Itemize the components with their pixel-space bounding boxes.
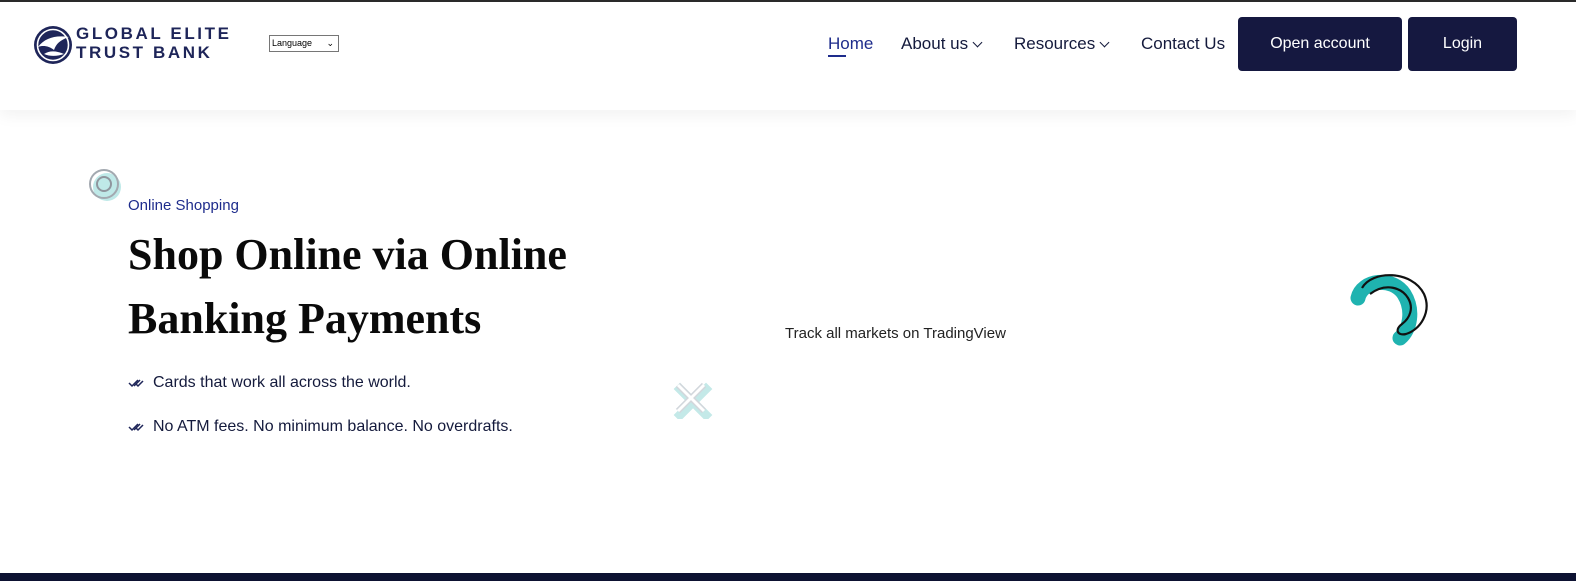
swirl-decoration-icon xyxy=(1350,274,1428,346)
brand-name-line2: TRUST BANK xyxy=(76,43,213,62)
nav-resources-dropdown[interactable]: Resources xyxy=(1014,34,1110,54)
site-header: GLOBAL ELITE TRUST BANK Language ⌄ Home … xyxy=(0,2,1576,110)
hero-headline: Shop Online via Online Banking Payments xyxy=(128,230,567,343)
nav-about-label: About us xyxy=(901,34,969,53)
eagle-globe-icon xyxy=(34,26,72,64)
nav-home-underline xyxy=(828,55,846,57)
footer-edge xyxy=(0,573,1576,581)
brand-logo[interactable]: GLOBAL ELITE TRUST BANK xyxy=(32,23,232,69)
login-button[interactable]: Login xyxy=(1408,17,1517,71)
feature-item: Cards that work all across the world. xyxy=(128,374,411,392)
feature-text: No ATM fees. No minimum balance. No over… xyxy=(153,418,513,435)
open-account-button[interactable]: Open account xyxy=(1238,17,1402,71)
brand-name: GLOBAL ELITE TRUST BANK xyxy=(76,24,232,62)
chevron-down-icon xyxy=(972,37,983,48)
chevron-down-icon: ⌄ xyxy=(326,38,334,48)
language-select[interactable]: Language ⌄ xyxy=(269,35,339,52)
tradingview-link[interactable]: Track all markets on TradingView xyxy=(785,325,1006,342)
section-eyebrow: Online Shopping xyxy=(128,197,239,214)
ring-decoration-icon xyxy=(89,169,121,201)
chevron-down-icon xyxy=(1099,37,1110,48)
double-check-icon xyxy=(128,423,144,432)
nav-home[interactable]: Home xyxy=(828,34,873,54)
nav-about-dropdown[interactable]: About us xyxy=(901,34,983,54)
nav-contact[interactable]: Contact Us xyxy=(1141,34,1225,54)
brand-name-line1: GLOBAL ELITE xyxy=(76,24,232,43)
language-select-value: Language xyxy=(272,38,313,48)
feature-item: No ATM fees. No minimum balance. No over… xyxy=(128,418,513,436)
cross-decoration-icon xyxy=(673,382,713,419)
nav-resources-label: Resources xyxy=(1014,34,1096,53)
feature-text: Cards that work all across the world. xyxy=(153,374,411,391)
double-check-icon xyxy=(128,379,144,388)
